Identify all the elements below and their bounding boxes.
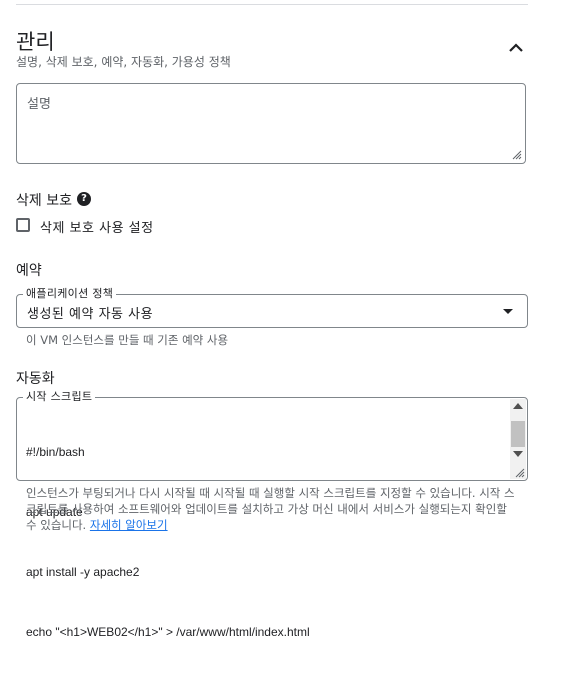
dropdown-arrow-icon [503,309,513,314]
resize-grip-icon[interactable] [513,466,525,478]
deletion-protection-checkbox-label[interactable]: 삭제 보호 사용 설정 [40,217,154,236]
description-placeholder: 설명 [27,97,51,112]
startup-script-content[interactable]: #!/bin/bash apt update apt install -y ap… [26,402,310,682]
resize-grip-icon[interactable] [510,148,522,160]
script-line: echo "<h1>WEB02</h1>" > /var/www/html/in… [26,625,310,639]
description-textarea[interactable]: 설명 [16,83,526,164]
deletion-protection-checkbox[interactable] [16,218,30,232]
startup-script-description: 인스턴스가 부팅되거나 다시 시작될 때 시작될 때 실행할 시작 스크립트를 … [26,485,516,533]
application-policy-label: 애플리케이션 정책 [23,287,117,301]
chevron-up-icon [509,43,523,52]
section-title: 관리 [16,30,55,54]
script-line: apt install -y apache2 [26,565,140,579]
section-divider [16,4,528,5]
learn-more-link[interactable]: 자세히 알아보기 [90,518,168,532]
startup-script-textarea[interactable]: 시작 스크립트 #!/bin/bash apt update apt insta… [16,390,528,639]
reservation-hint: 이 VM 인스턴스를 만들 때 기존 예약 사용 [26,333,229,347]
scroll-up-arrow-icon[interactable] [513,403,523,409]
application-policy-select[interactable]: 애플리케이션 정책 생성된 예약 자동 사용 [16,287,528,328]
scrollbar-thumb[interactable] [511,421,525,447]
application-policy-value: 생성된 예약 자동 사용 [27,307,154,322]
reservation-heading: 예약 [16,263,42,279]
scroll-down-arrow-icon[interactable] [513,451,523,457]
automation-heading: 자동화 [16,371,55,387]
collapse-button[interactable] [504,36,528,58]
help-icon[interactable]: ? [77,192,91,206]
section-subtitle: 설명, 삭제 보호, 예약, 자동화, 가용성 정책 [16,55,231,69]
deletion-protection-heading: 삭제 보호 [16,193,72,209]
script-line: #!/bin/bash [26,445,85,459]
